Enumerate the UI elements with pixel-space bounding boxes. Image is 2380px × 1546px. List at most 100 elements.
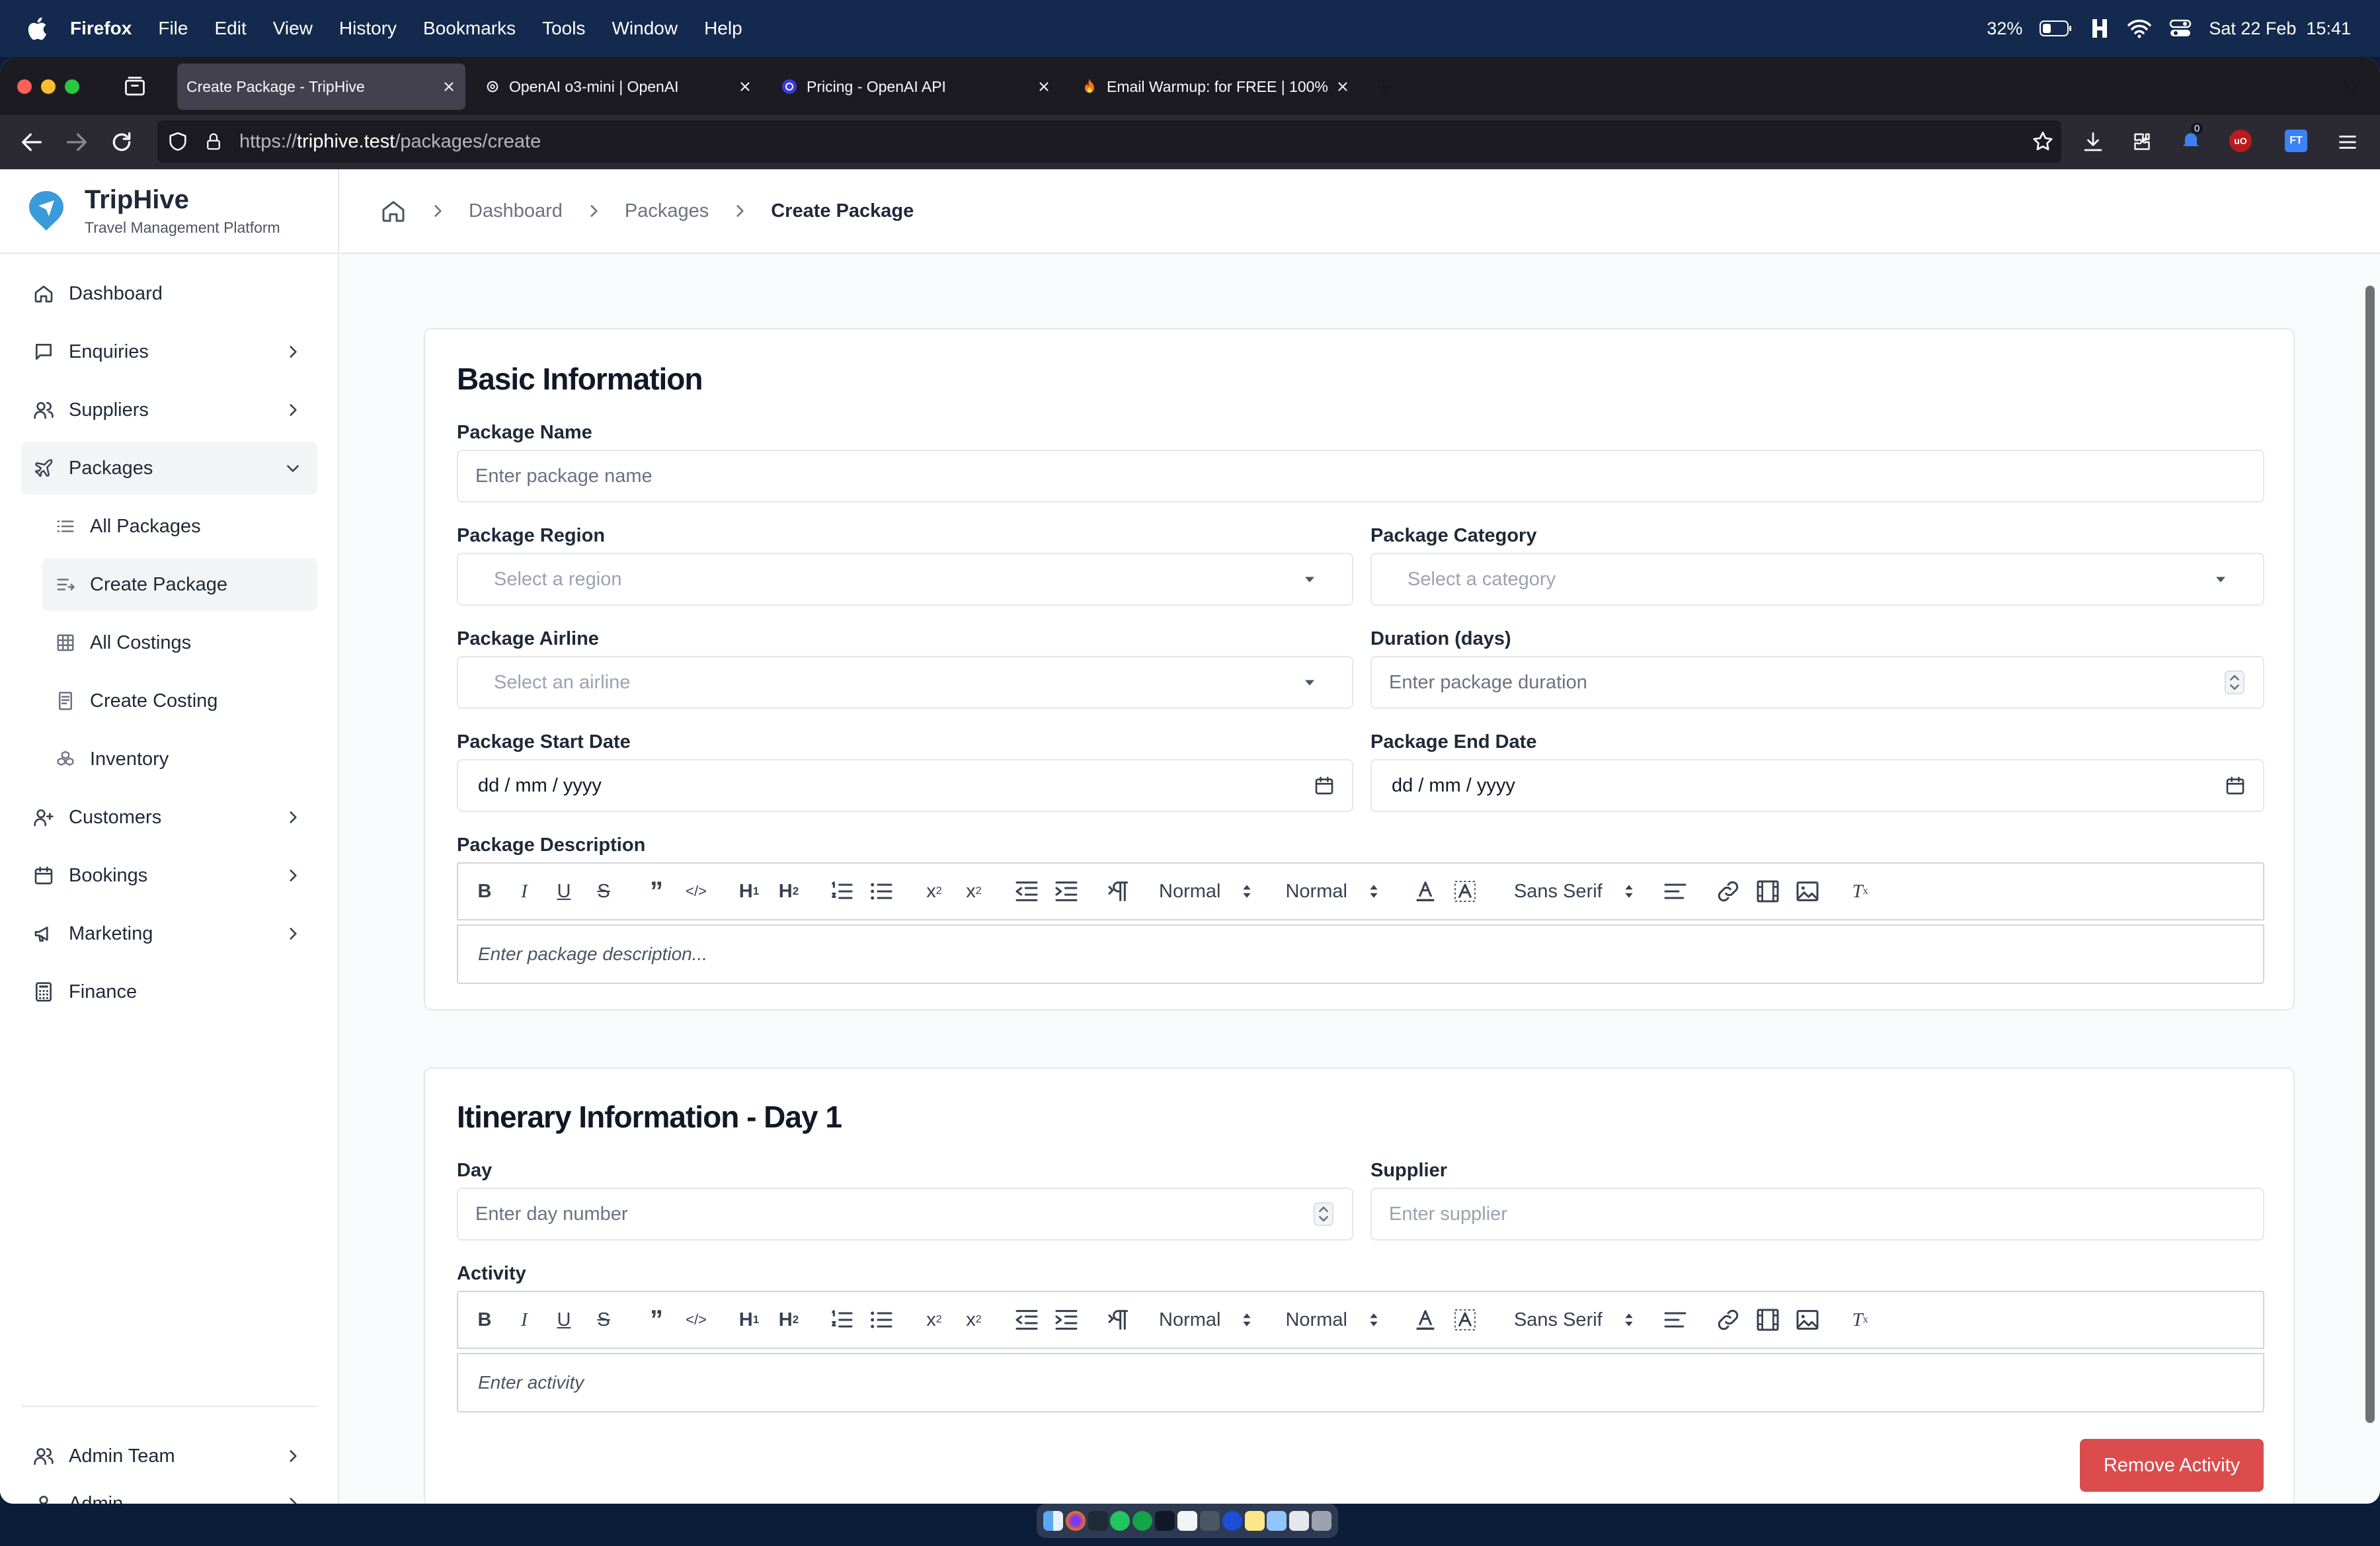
supplier-input[interactable]: Enter supplier — [1370, 1188, 2264, 1241]
sidebar-item-admin[interactable]: Admin — [21, 1488, 317, 1504]
back-icon[interactable] — [19, 129, 45, 155]
menu-view[interactable]: View — [273, 18, 313, 39]
calendar-icon[interactable] — [1314, 775, 1335, 796]
menu-edit[interactable]: Edit — [214, 18, 246, 39]
video-icon[interactable] — [1755, 878, 1781, 905]
new-tab-icon[interactable] — [1372, 75, 1395, 98]
subscript-button[interactable]: x2 — [921, 1307, 947, 1333]
number-stepper-icon[interactable] — [1312, 1201, 1335, 1227]
sidebar-item-customers[interactable]: Customers — [21, 791, 317, 844]
wifi-icon[interactable] — [2127, 19, 2152, 38]
background-color-icon[interactable] — [1452, 1307, 1478, 1333]
strike-button[interactable]: S — [590, 1307, 617, 1333]
menu-window[interactable]: Window — [612, 18, 678, 39]
reload-icon[interactable] — [108, 129, 135, 155]
apple-icon[interactable] — [25, 15, 48, 42]
app-icon[interactable] — [1199, 1511, 1220, 1531]
forward-icon[interactable] — [63, 129, 90, 155]
text-color-icon[interactable] — [1412, 878, 1439, 905]
browser-tab-openai-o3[interactable]: OpenAI o3-mini | OpenAI — [476, 63, 762, 110]
sidebar-item-packages[interactable]: Packages — [21, 442, 317, 495]
sidebar-item-marketing[interactable]: Marketing — [21, 907, 317, 960]
header-1-button[interactable]: H1 — [736, 1307, 762, 1333]
sidebar-item-finance[interactable]: Finance — [21, 965, 317, 1018]
whatsapp-icon[interactable] — [1110, 1511, 1130, 1531]
url-bar[interactable]: https://triphive.test/packages/create — [157, 120, 2061, 163]
background-color-icon[interactable] — [1452, 878, 1478, 905]
font-size-picker[interactable]: Normal — [1159, 881, 1253, 903]
header-1-button[interactable]: H1 — [736, 878, 762, 905]
image-icon[interactable] — [1794, 878, 1821, 905]
notes-icon[interactable] — [1244, 1511, 1265, 1531]
end-date-input[interactable]: dd / mm / yyyy — [1370, 759, 2264, 812]
ublock-icon[interactable]: uO — [2229, 130, 2252, 152]
tracking-shield-icon[interactable] — [167, 130, 189, 153]
clear-format-button[interactable]: Tx — [1847, 878, 1874, 905]
number-stepper-icon[interactable] — [2223, 670, 2246, 695]
tab-overview-icon[interactable] — [123, 75, 147, 99]
menubar-datetime[interactable]: Sat 22 Feb 15:41 — [2209, 19, 2351, 39]
start-date-input[interactable]: dd / mm / yyyy — [457, 759, 1353, 812]
package-region-select[interactable]: Select a region — [457, 553, 1353, 606]
align-left-icon[interactable] — [1662, 1307, 1688, 1333]
package-airline-select[interactable]: Select an airline — [457, 656, 1353, 709]
brand[interactable]: TripHive Travel Management Platform — [0, 169, 338, 254]
image-icon[interactable] — [1794, 1307, 1821, 1333]
close-tab-icon[interactable] — [1335, 79, 1350, 94]
italic-button[interactable]: I — [511, 1307, 537, 1333]
sidebar-subitem-all-costings[interactable]: All Costings — [42, 616, 317, 669]
activity-editor[interactable]: Enter activity — [457, 1353, 2264, 1412]
blockquote-button[interactable]: ” — [643, 1305, 670, 1334]
app-menu-icon[interactable] — [2336, 131, 2359, 153]
superscript-button[interactable]: x2 — [961, 878, 987, 905]
sidebar-item-bookings[interactable]: Bookings — [21, 849, 317, 902]
remove-activity-button[interactable]: Remove Activity — [2080, 1439, 2264, 1492]
window-zoom-button[interactable] — [65, 79, 79, 94]
sidebar-subitem-create-costing[interactable]: Create Costing — [42, 674, 317, 727]
day-number-input[interactable]: Enter day number — [457, 1188, 1353, 1241]
extensions-icon[interactable] — [2130, 130, 2154, 154]
package-name-input[interactable]: Enter package name — [457, 450, 2264, 503]
breadcrumb-home-icon[interactable] — [380, 198, 407, 224]
text-direction-icon[interactable] — [1106, 1307, 1132, 1333]
sidebar-item-enquiries[interactable]: Enquiries — [21, 325, 317, 378]
code-block-button[interactable]: </> — [683, 878, 709, 905]
sidebar-subitem-inventory[interactable]: Inventory — [42, 733, 317, 786]
breadcrumb-dashboard[interactable]: Dashboard — [469, 200, 563, 222]
menu-history[interactable]: History — [339, 18, 397, 39]
bold-button[interactable]: B — [471, 1307, 498, 1333]
page-scrollbar[interactable] — [2365, 286, 2375, 1423]
align-left-icon[interactable] — [1662, 878, 1688, 905]
spotify-icon[interactable] — [1132, 1511, 1153, 1531]
translate-extension-icon[interactable]: FT — [2285, 130, 2307, 152]
underline-button[interactable]: U — [551, 878, 577, 905]
link-icon[interactable] — [1715, 878, 1741, 905]
browser-tab-openai-pricing[interactable]: Pricing - OpenAI API — [772, 63, 1060, 110]
text-color-icon[interactable] — [1412, 1307, 1439, 1333]
outdent-icon[interactable] — [1013, 1307, 1040, 1333]
close-tab-icon[interactable] — [1037, 79, 1051, 94]
close-tab-icon[interactable] — [738, 79, 752, 94]
font-family-picker[interactable]: Sans Serif — [1514, 881, 1636, 903]
menu-bookmarks[interactable]: Bookmarks — [423, 18, 516, 39]
window-close-button[interactable] — [17, 79, 32, 94]
ordered-list-icon[interactable] — [828, 878, 855, 905]
extension-notifier[interactable]: 0 — [2179, 123, 2203, 152]
close-tab-icon[interactable] — [442, 79, 456, 94]
strike-button[interactable]: S — [590, 878, 617, 905]
outdent-icon[interactable] — [1013, 878, 1040, 905]
preview-icon[interactable] — [1267, 1511, 1287, 1531]
sidebar-item-suppliers[interactable]: Suppliers — [21, 384, 317, 436]
browser-tab-triphive[interactable]: Create Package - TripHive — [177, 63, 465, 110]
superscript-button[interactable]: x2 — [961, 1307, 987, 1333]
code-block-button[interactable]: </> — [683, 1307, 709, 1333]
italic-button[interactable]: I — [511, 878, 537, 905]
menu-file[interactable]: File — [158, 18, 188, 39]
firefox-icon[interactable] — [1065, 1511, 1086, 1531]
menubar-app-name[interactable]: Firefox — [70, 18, 132, 39]
link-icon[interactable] — [1715, 1307, 1741, 1333]
font-family-picker[interactable]: Sans Serif — [1514, 1309, 1636, 1331]
ordered-list-icon[interactable] — [828, 1307, 855, 1333]
text-direction-icon[interactable] — [1106, 878, 1132, 905]
sidebar-subitem-create-package[interactable]: Create Package — [42, 558, 317, 611]
